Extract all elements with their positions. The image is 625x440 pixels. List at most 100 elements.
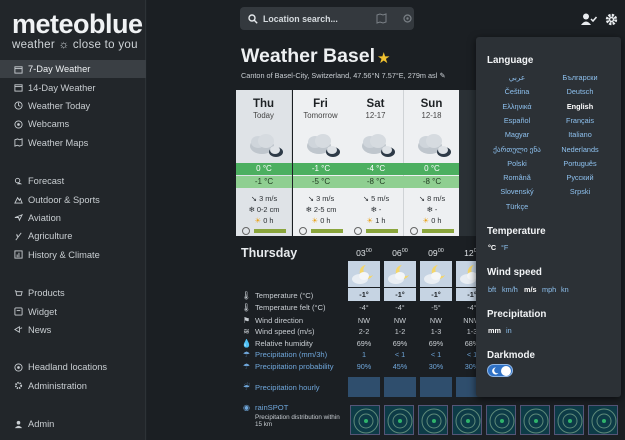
language-option[interactable]: Русский: [550, 173, 610, 182]
predictability-bar: [311, 229, 343, 233]
outdoor-icon: [13, 194, 24, 205]
sidebar-item-webcams[interactable]: Webcams: [0, 115, 146, 133]
edit-icon[interactable]: ✎: [439, 71, 445, 80]
news-icon: [13, 324, 24, 335]
cloudy-night-icon: [356, 128, 396, 165]
temp-min: -8 °C: [404, 176, 460, 188]
logo-word: meteoblue: [12, 9, 143, 39]
temp-min: -1 °C: [236, 176, 292, 188]
temperature-option[interactable]: °C: [488, 243, 496, 252]
day-name: Fri: [313, 98, 328, 110]
language-option[interactable]: Slovenský: [487, 187, 547, 196]
language-option[interactable]: Español: [487, 116, 547, 125]
cart-icon: [13, 288, 24, 299]
sidebar-item-outdoor-sports[interactable]: Outdoor & Sports: [0, 190, 146, 208]
language-option[interactable]: Srpski: [550, 187, 610, 196]
language-option[interactable]: Italiano: [550, 130, 610, 139]
precipitation-unit-option[interactable]: mm: [488, 326, 501, 335]
day-date: 12-17: [365, 111, 386, 120]
sidebar-item-label: Headland locations: [28, 362, 108, 373]
map-icon[interactable]: [376, 13, 387, 24]
day-card[interactable]: Sun 12-18 0 °C -8 °C ↘ 8 m/s ❄ - ☀ 0 h: [404, 90, 460, 236]
sidebar-item-label: Agriculture: [28, 231, 73, 242]
wind-speed: ↘ 5 m/s: [362, 194, 390, 203]
language-option[interactable]: Română: [487, 173, 547, 182]
sidebar-item-headland-locations[interactable]: Headland locations: [0, 358, 146, 376]
wind-unit-option[interactable]: bft: [488, 285, 496, 294]
rainspot-map[interactable]: [418, 405, 448, 435]
nav-group: 7-Day Weather 14-Day Weather Weather Today…: [0, 60, 146, 152]
sidebar-item-administration[interactable]: Administration: [0, 376, 146, 394]
sidebar: meteoblue weather ☼ close to you 7-Day W…: [0, 0, 146, 440]
wind-unit-option[interactable]: mph: [542, 285, 556, 294]
detail-row-label: ⚑ Wind direction: [242, 316, 304, 325]
language-option[interactable]: Polski: [487, 159, 547, 168]
wind-unit-option[interactable]: m/s: [524, 285, 537, 294]
umbrella-icon: ☂: [242, 362, 251, 371]
sidebar-item-weather-maps[interactable]: Weather Maps: [0, 134, 146, 152]
sidebar-item-weather-today[interactable]: Weather Today: [0, 97, 146, 115]
sun-icon: ☀: [366, 216, 376, 225]
sidebar-item-label: Outdoor & Sports: [28, 194, 100, 205]
wind-unit-option[interactable]: km/h: [502, 285, 518, 294]
language-option[interactable]: Nederlands: [550, 145, 610, 154]
rainspot-map[interactable]: [588, 405, 618, 435]
logo[interactable]: meteoblue weather ☼ close to you: [12, 10, 143, 51]
sunshine-hours: ☀ 0 h: [311, 216, 331, 225]
language-option[interactable]: Čeština: [487, 87, 547, 96]
sidebar-item-admin[interactable]: Admin: [0, 415, 146, 433]
language-option[interactable]: ქართული ენა: [487, 145, 547, 154]
detail-row-value: < 1: [430, 350, 442, 359]
temperature-option[interactable]: °F: [501, 243, 508, 252]
language-option[interactable]: Magyar: [487, 130, 547, 139]
language-option[interactable]: Türkçe: [487, 202, 547, 211]
language-option[interactable]: Deutsch: [550, 87, 610, 96]
language-option[interactable]: Português: [550, 159, 610, 168]
language-option[interactable]: Ελληνικά: [487, 102, 547, 111]
precipitation-hourly-label[interactable]: ☔ Precipitation hourly: [241, 383, 320, 392]
detail-row-value: 69%: [356, 339, 372, 348]
gear-icon[interactable]: [605, 13, 618, 26]
sidebar-item-history-climate[interactable]: History & Climate: [0, 246, 146, 264]
rainspot-map[interactable]: [384, 405, 414, 435]
sidebar-item-widget[interactable]: Widget: [0, 302, 146, 320]
plane-icon: [13, 212, 24, 223]
user-check-icon[interactable]: [581, 13, 597, 26]
sidebar-item-agriculture[interactable]: Agriculture: [0, 227, 146, 245]
sidebar-item-14-day-weather[interactable]: 14-Day Weather: [0, 78, 146, 96]
day-card[interactable]: Thu Today 0 °C -1 °C ↘ 3 m/s ❄ 0-2 cm ☀ 0 h: [236, 90, 292, 236]
rainspot-map[interactable]: [350, 405, 380, 435]
favorite-star-icon[interactable]: ★: [377, 49, 390, 67]
wind-unit-option[interactable]: kn: [561, 285, 569, 294]
sidebar-item-aviation[interactable]: Aviation: [0, 209, 146, 227]
language-option[interactable]: Български: [550, 73, 610, 82]
language-option[interactable]: Français: [550, 116, 610, 125]
day-card[interactable]: Fri Tomorrow -1 °C -5 °C ↘ 3 m/s ❄ 2-5 cm ☀ 0 …: [293, 90, 349, 236]
search-input[interactable]: Location search...: [263, 14, 338, 24]
darkmode-toggle[interactable]: [487, 364, 513, 377]
rainspot-label[interactable]: ◉ rainSPOT: [241, 403, 288, 412]
day-card[interactable]: Sat 12-17 -4 °C -8 °C ↘ 5 m/s ❄ - ☀ 1 h: [348, 90, 404, 236]
hour-label: 0300: [356, 248, 372, 258]
sunshine-hours: ☀ 0 h: [422, 216, 442, 225]
rainspot-map[interactable]: [554, 405, 584, 435]
sidebar-item-news[interactable]: News: [0, 321, 146, 339]
language-option[interactable]: عربي: [487, 73, 547, 82]
sidebar-item-7-day-weather[interactable]: 7-Day Weather: [0, 60, 146, 79]
sidebar-item-label: Webcams: [28, 119, 70, 130]
language-option[interactable]: English: [550, 102, 610, 111]
precipitation-unit-option[interactable]: in: [506, 326, 512, 335]
detail-row-value: NW: [393, 316, 407, 325]
hour-temperature: -1°: [420, 288, 452, 301]
temp-max: -1 °C: [293, 163, 349, 175]
rainspot-map[interactable]: [520, 405, 550, 435]
umbrella-icon: ☂: [242, 350, 251, 359]
rainspot-map[interactable]: [452, 405, 482, 435]
rainspot-map[interactable]: [486, 405, 516, 435]
search-icon: [248, 13, 258, 24]
sidebar-item-forecast[interactable]: Forecast: [0, 172, 146, 190]
sidebar-item-products[interactable]: Products: [0, 284, 146, 302]
locate-icon[interactable]: [402, 13, 413, 24]
search-bar[interactable]: Location search...: [240, 7, 414, 30]
day-name: Thu: [252, 98, 275, 110]
